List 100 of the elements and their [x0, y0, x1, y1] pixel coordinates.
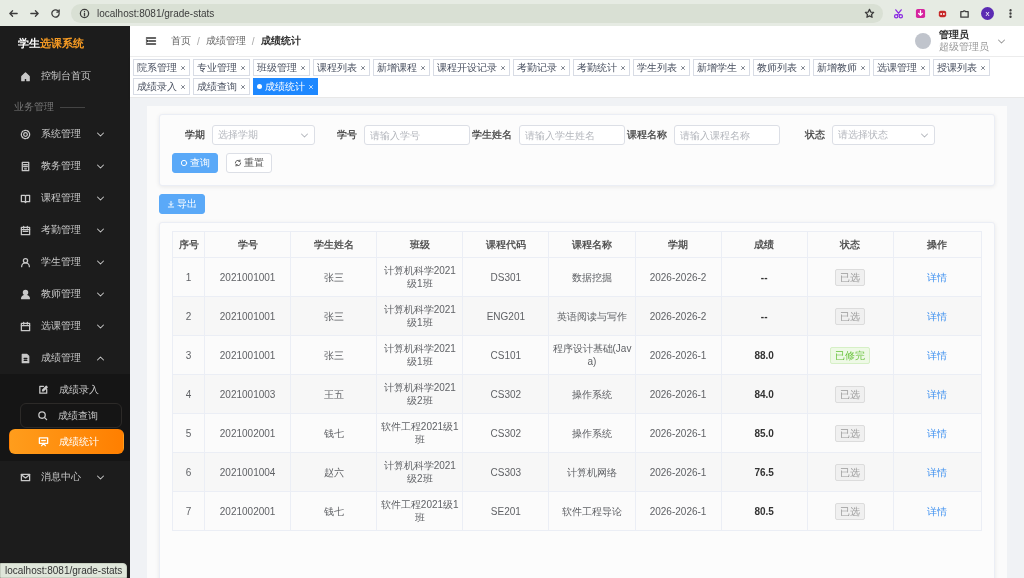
menu-group[interactable]: 选课管理: [0, 310, 130, 342]
close-icon: [980, 64, 986, 71]
status-url: localhost:8081/grade-stats: [5, 565, 123, 576]
chevron-down-icon: [96, 225, 105, 235]
table-cell: 1: [172, 257, 205, 297]
presentation-icon: [38, 436, 49, 447]
table-cell: 张三: [290, 335, 377, 375]
page-tab[interactable]: 教师列表: [753, 59, 810, 76]
menu-group[interactable]: 消息中心: [0, 461, 130, 493]
table-cell: 2021001001: [204, 257, 291, 297]
page-tab[interactable]: 授课列表: [933, 59, 990, 76]
breadcrumb-item[interactable]: 首页: [171, 34, 191, 48]
grade-cell: 85.0: [721, 413, 808, 453]
status-tag: 已修完: [830, 346, 871, 364]
field-label: 学生姓名: [471, 128, 512, 142]
table-cell: 2021001001: [204, 335, 291, 375]
table-cell: 2021002001: [204, 491, 291, 531]
column-header: 课程代码: [462, 231, 549, 258]
input-field[interactable]: 请输入学号: [364, 125, 470, 145]
table-cell: CS302: [462, 413, 549, 453]
table-cell: 2021001004: [204, 452, 291, 492]
status-tag: 已选: [835, 502, 866, 520]
input-field[interactable]: 请输入学生姓名: [519, 125, 625, 145]
menu-item[interactable]: 控制台首页: [0, 60, 130, 92]
menu-group[interactable]: 成绩管理: [0, 342, 130, 374]
address-bar[interactable]: localhost:8081/grade-stats: [71, 3, 883, 23]
table-cell: 5: [172, 413, 205, 453]
table-cell: 软件工程2021级1班: [376, 413, 463, 453]
page-tab[interactable]: 学生列表: [633, 59, 690, 76]
table-cell: CS302: [462, 374, 549, 414]
status-tag: 已选: [835, 268, 866, 286]
page-tab[interactable]: 考勤记录: [513, 59, 570, 76]
table-cell: 2026-2026-1: [635, 413, 722, 453]
page-tab[interactable]: 课程开设记录: [433, 59, 510, 76]
page-tab[interactable]: 新增教师: [813, 59, 870, 76]
menu-group[interactable]: 教务管理: [0, 150, 130, 182]
close-icon: [800, 64, 806, 71]
table-cell: 2026-2026-1: [635, 335, 722, 375]
page-tab[interactable]: 课程列表: [313, 59, 370, 76]
chevron-down-icon: [997, 36, 1006, 46]
page-tab[interactable]: 选课管理: [873, 59, 930, 76]
table-cell: 赵六: [290, 452, 377, 492]
calendar-icon: [20, 224, 31, 236]
page-tab[interactable]: 新增课程: [373, 59, 430, 76]
table-cell: 计算机网络: [548, 452, 635, 492]
table-cell: 计算机科学2021级2班: [376, 374, 463, 414]
table-cell: DS301: [462, 257, 549, 297]
chevron-down-icon: [96, 289, 105, 299]
close-icon: [360, 64, 366, 71]
menu-group[interactable]: 学生管理: [0, 246, 130, 278]
input-field[interactable]: 请输入课程名称: [674, 125, 780, 145]
status-tag: 已选: [835, 385, 866, 403]
page-tab[interactable]: 班级管理: [253, 59, 310, 76]
field-label: 状态: [803, 128, 825, 142]
menu-group[interactable]: 系统管理: [0, 118, 130, 150]
star-icon: [864, 7, 875, 19]
menu-group[interactable]: 考勤管理: [0, 214, 130, 246]
chevron-down-icon: [96, 161, 105, 171]
profile-avatar[interactable]: x: [981, 6, 994, 20]
table-cell: 2026-2026-2: [635, 296, 722, 336]
table-cell: 程序设计基础(Java): [548, 335, 635, 375]
page-tab[interactable]: 专业管理: [193, 59, 250, 76]
breadcrumb-item[interactable]: 成绩管理: [205, 34, 246, 48]
table-cell: 2021001003: [204, 374, 291, 414]
chevron-down-icon: [300, 130, 309, 140]
table-cell: 数据挖掘: [548, 257, 635, 297]
refresh-icon: [234, 159, 242, 167]
table-cell: CS303: [462, 452, 549, 492]
edit-icon: [38, 384, 49, 395]
table-cell: 张三: [290, 257, 377, 297]
user-role: 超级管理员: [939, 41, 989, 53]
page-tab[interactable]: 新增学生: [693, 59, 750, 76]
submenu-item[interactable]: 成绩录入: [9, 377, 124, 402]
url-text: localhost:8081/grade-stats: [97, 7, 215, 19]
page-tab[interactable]: 院系管理: [133, 59, 190, 76]
close-icon: [420, 64, 426, 71]
submenu-item[interactable]: 成绩查询: [20, 403, 122, 428]
table-cell: 计算机科学2021级1班: [376, 296, 463, 336]
page-tab[interactable]: 考勤统计: [573, 59, 630, 76]
close-icon: [240, 64, 246, 71]
reset-button[interactable]: 重置: [226, 153, 272, 173]
close-icon: [180, 83, 186, 90]
close-icon: [300, 64, 306, 71]
close-icon: [500, 64, 506, 71]
page-tab[interactable]: 成绩查询: [193, 78, 250, 95]
table-cell: 操作系统: [548, 374, 635, 414]
grade-cell: 88.0: [721, 335, 808, 375]
page-tab[interactable]: 成绩录入: [133, 78, 190, 95]
menu-group[interactable]: 课程管理: [0, 182, 130, 214]
close-icon: [920, 64, 926, 71]
close-icon: [560, 64, 566, 71]
user-name: 管理员: [939, 29, 970, 41]
breadcrumb-item: 成绩统计: [260, 34, 301, 48]
user-avatar[interactable]: [915, 33, 931, 49]
menu-group[interactable]: 教师管理: [0, 278, 130, 310]
field-label: 学期: [183, 128, 205, 142]
book-icon: [20, 192, 31, 204]
close-icon: [308, 83, 314, 90]
grade-cell: 80.5: [721, 491, 808, 531]
table-cell: 2021002001: [204, 413, 291, 453]
